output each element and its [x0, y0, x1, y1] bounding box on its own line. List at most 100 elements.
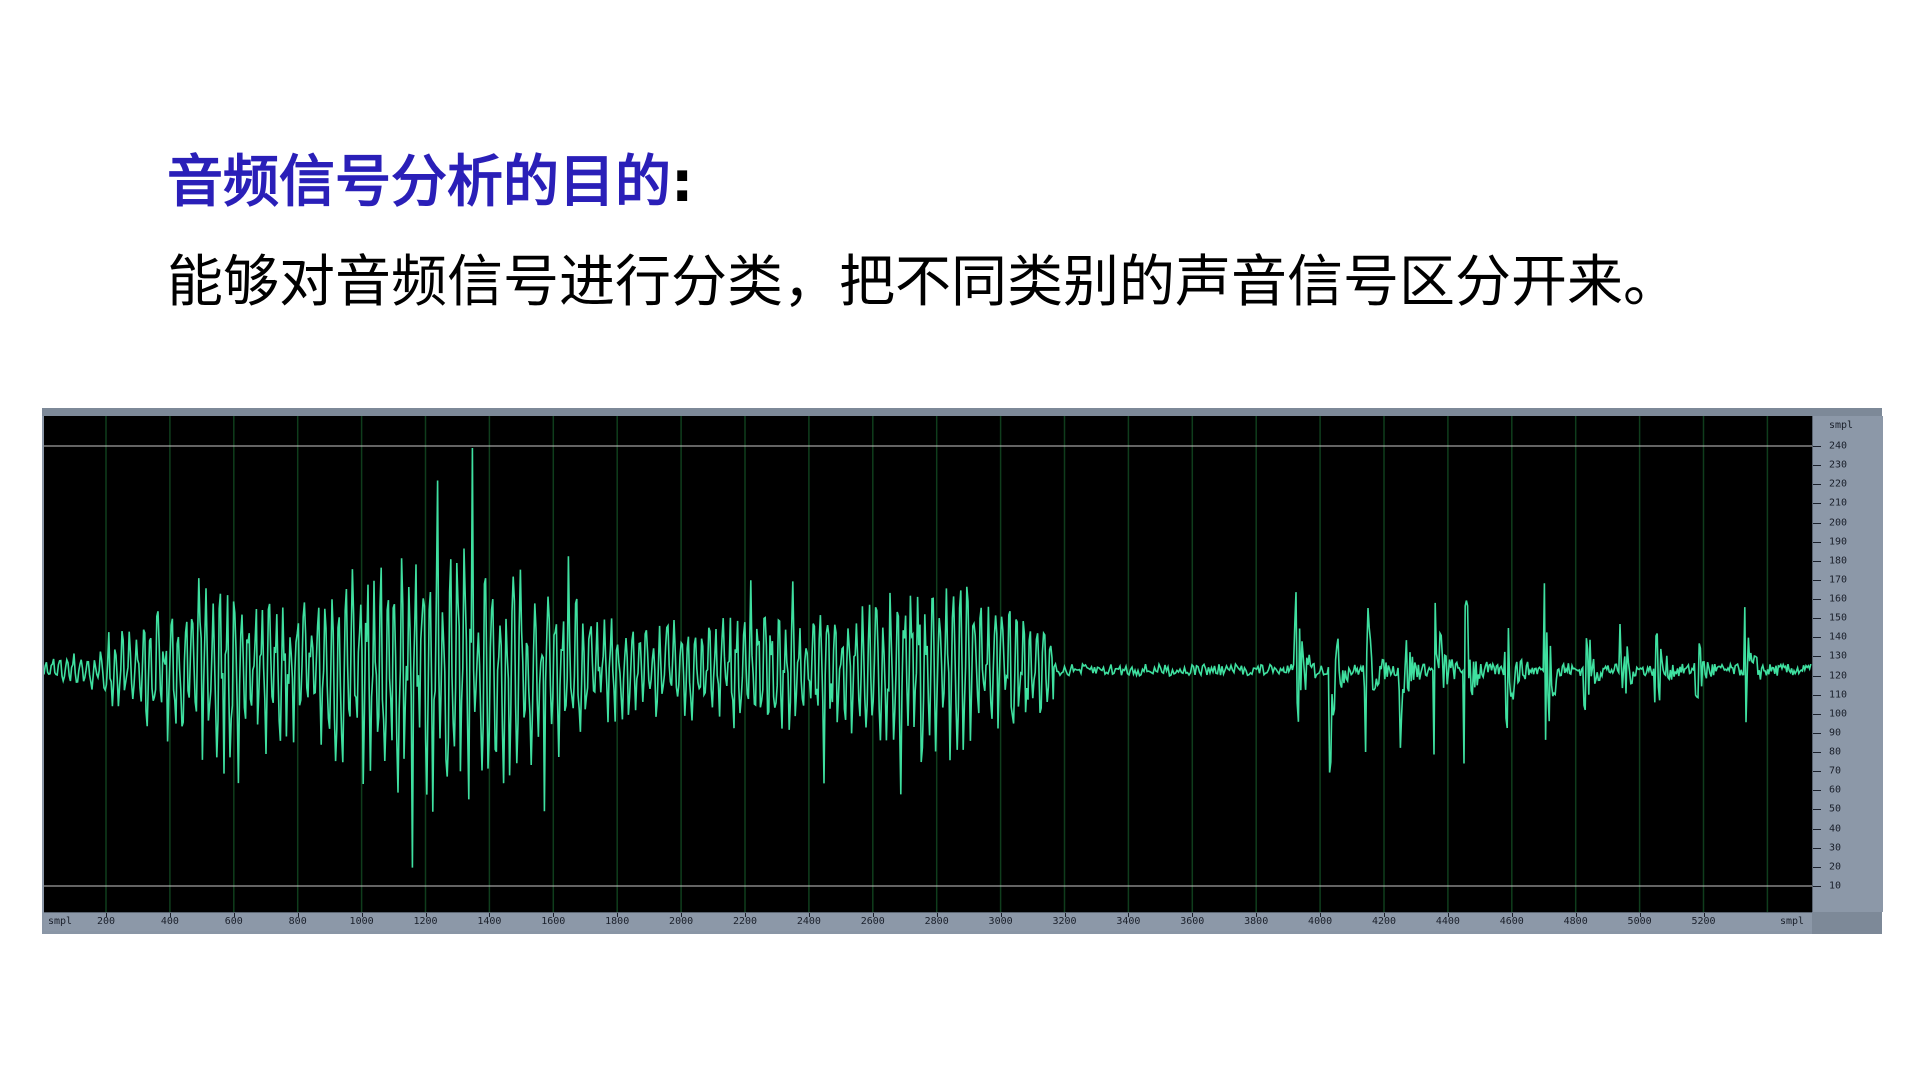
y-tick-label: 80: [1829, 746, 1842, 758]
y-tick-mark: [1813, 637, 1821, 639]
x-tick-label: 4000: [1308, 916, 1333, 927]
x-tick-mark: [1447, 913, 1449, 917]
x-tick-label: 2200: [732, 916, 758, 927]
y-tick-mark: [1813, 809, 1821, 811]
y-tick-label: 130: [1829, 650, 1848, 662]
x-tick-label: 3600: [1180, 916, 1205, 927]
x-tick-mark: [1256, 913, 1258, 917]
x-axis-ruler: smpl 200 400 600 800 1000 1200 1400 1600 1800 2000…: [44, 912, 1812, 931]
x-tick-label: 3800: [1244, 916, 1269, 927]
slide-heading: 音频信号分析的目的:: [167, 148, 693, 218]
heading-title: 音频信号分析的目的: [167, 150, 671, 215]
y-tick-mark: [1813, 446, 1821, 447]
heading-colon: :: [671, 150, 694, 215]
x-tick-label: 1800: [605, 916, 630, 927]
x-tick-mark: [872, 913, 874, 917]
y-tick-label: 70: [1829, 765, 1842, 777]
x-axis-end-label: smpl: [1779, 916, 1805, 927]
x-tick-label: 3400: [1116, 916, 1141, 927]
x-tick-label: 2600: [860, 916, 885, 927]
x-tick-label: 400: [160, 916, 179, 927]
x-tick-label: 1200: [413, 916, 438, 927]
x-tick-label: 2000: [669, 916, 694, 927]
x-tick-label: 4600: [1499, 916, 1524, 927]
y-tick-label: 100: [1829, 708, 1848, 720]
x-tick-mark: [1575, 913, 1577, 917]
y-tick-mark: [1813, 656, 1821, 658]
x-tick-label: 1000: [349, 916, 374, 927]
x-tick-mark: [1192, 913, 1194, 917]
y-tick-mark: [1813, 484, 1821, 486]
y-tick-label: 20: [1829, 861, 1842, 873]
y-tick-mark: [1813, 579, 1821, 581]
x-tick-mark: [553, 913, 555, 917]
x-tick-label: 2800: [924, 916, 949, 927]
x-tick-label: 600: [224, 916, 243, 927]
x-tick-mark: [1384, 913, 1385, 917]
y-tick-label: 190: [1829, 536, 1848, 548]
x-tick-label: 4200: [1371, 916, 1397, 927]
y-tick-label: 140: [1829, 631, 1848, 643]
y-tick-label: 40: [1829, 823, 1842, 835]
y-tick-mark: [1813, 560, 1821, 562]
x-tick-mark: [1000, 913, 1002, 917]
y-tick-label: 210: [1829, 497, 1848, 509]
x-tick-label: 800: [288, 916, 307, 927]
x-tick-mark: [233, 913, 235, 917]
y-tick-label: 160: [1829, 593, 1848, 605]
waveform-panel: smpl 240 230 220 210 200 190 180 170 160 150 140 13…: [42, 408, 1883, 934]
y-tick-label: 150: [1829, 612, 1848, 624]
y-tick-mark: [1813, 752, 1821, 754]
x-tick-label: 1400: [477, 916, 502, 927]
y-tick-mark: [1813, 541, 1821, 543]
y-tick-label: 10: [1829, 880, 1842, 892]
y-tick-mark: [1813, 465, 1821, 467]
y-tick-mark: [1813, 522, 1821, 524]
x-tick-label: 1600: [541, 916, 566, 927]
y-tick-label: 30: [1829, 842, 1842, 854]
y-axis-unit-label: smpl: [1829, 420, 1854, 431]
y-axis-ruler: smpl 240 230 220 210 200 190 180 170 160 150 140 13…: [1812, 416, 1883, 912]
waveform-svg: [44, 416, 1812, 912]
ruler-corner: [1812, 912, 1882, 934]
x-tick-mark: [1320, 913, 1322, 917]
slide-subtitle: 能够对音频信号进行分类，把不同类别的声音信号区分开来。: [167, 250, 1679, 315]
audio-waveform-trace: [44, 447, 1812, 868]
x-tick-label: 5200: [1691, 916, 1716, 927]
y-tick-mark: [1813, 675, 1821, 677]
y-tick-mark: [1813, 771, 1821, 773]
y-tick-label: 110: [1829, 689, 1848, 701]
x-tick-label: 3200: [1052, 916, 1077, 927]
y-tick-label: 230: [1829, 459, 1848, 471]
waveform-top-strip: [42, 408, 1882, 416]
y-tick-mark: [1813, 790, 1821, 792]
x-tick-mark: [425, 913, 427, 917]
y-tick-mark: [1813, 618, 1821, 620]
y-tick-label: 60: [1829, 784, 1842, 796]
y-tick-label: 90: [1829, 727, 1842, 739]
y-tick-label: 240: [1829, 440, 1848, 452]
x-tick-label: 4400: [1435, 916, 1460, 927]
x-tick-mark: [106, 913, 107, 917]
x-tick-mark: [1511, 913, 1513, 917]
y-tick-mark: [1813, 732, 1821, 734]
x-tick-mark: [169, 913, 171, 917]
y-tick-mark: [1813, 828, 1821, 830]
waveform-plot[interactable]: [44, 416, 1812, 912]
y-tick-label: 50: [1829, 803, 1842, 815]
x-tick-mark: [617, 913, 619, 917]
x-axis-start-label: smpl: [47, 916, 73, 927]
x-tick-mark: [1703, 913, 1705, 917]
y-tick-mark: [1813, 503, 1821, 505]
x-tick-mark: [1064, 913, 1066, 917]
x-tick-label: 3000: [988, 916, 1013, 927]
x-tick-mark: [489, 913, 491, 917]
x-tick-label: 2400: [796, 916, 821, 927]
x-tick-mark: [745, 913, 746, 917]
x-tick-mark: [361, 913, 363, 917]
y-tick-mark: [1813, 599, 1821, 601]
x-tick-mark: [1639, 913, 1641, 917]
x-tick-mark: [1128, 913, 1130, 917]
y-tick-label: 180: [1829, 555, 1848, 567]
x-tick-label: 200: [96, 916, 116, 927]
